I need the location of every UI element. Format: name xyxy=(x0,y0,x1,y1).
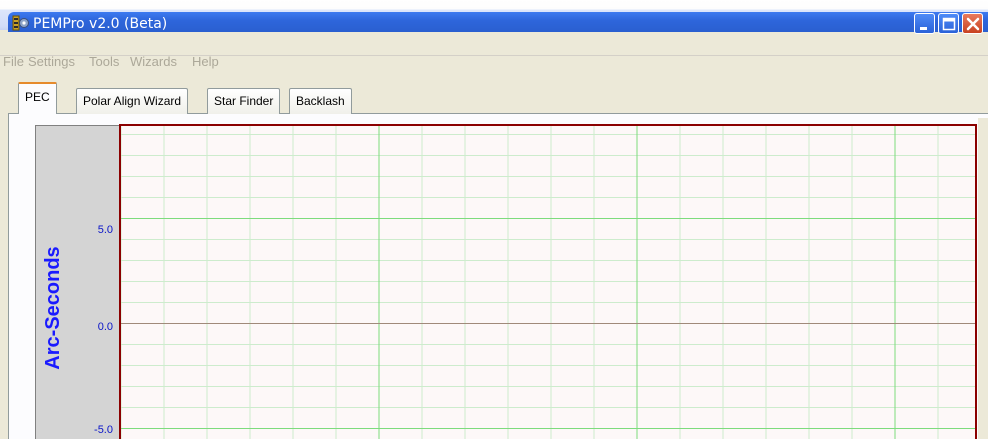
title-bar[interactable]: PEMPro v2.0 (Beta) xyxy=(0,0,988,34)
menu-settings[interactable]: Settings xyxy=(28,54,75,69)
y-axis-title: Arc-Seconds xyxy=(42,246,64,370)
y-tick-label: 0.0 xyxy=(97,321,113,333)
tab-pec[interactable]: PEC xyxy=(18,82,57,114)
close-icon xyxy=(966,17,980,31)
app-icon xyxy=(12,15,29,31)
window-right-edge xyxy=(978,118,988,439)
plot-grid xyxy=(120,126,975,439)
y-tick-label: 5.0 xyxy=(97,224,113,236)
app-window: PEMPro v2.0 (Beta) File Settings Tools W… xyxy=(0,0,988,439)
menu-help[interactable]: Help xyxy=(192,54,219,69)
window-title: PEMPro v2.0 (Beta) xyxy=(33,16,168,32)
menu-wizards[interactable]: Wizards xyxy=(130,54,177,69)
minimize-button[interactable] xyxy=(914,13,935,34)
tab-star-finder[interactable]: Star Finder xyxy=(207,88,281,114)
y-tick-label: -5.0 xyxy=(94,424,113,436)
menu-tools[interactable]: Tools xyxy=(89,54,119,69)
maximize-button[interactable] xyxy=(938,13,959,34)
minimize-icon xyxy=(920,27,927,30)
plot-area[interactable] xyxy=(119,124,977,439)
menu-bar xyxy=(0,36,988,56)
maximize-icon xyxy=(942,17,956,31)
tab-polar-align-wizard[interactable]: Polar Align Wizard xyxy=(76,88,189,114)
close-button[interactable] xyxy=(962,13,983,34)
menu-file[interactable]: File xyxy=(3,54,24,69)
tab-backlash[interactable]: Backlash xyxy=(289,88,352,114)
